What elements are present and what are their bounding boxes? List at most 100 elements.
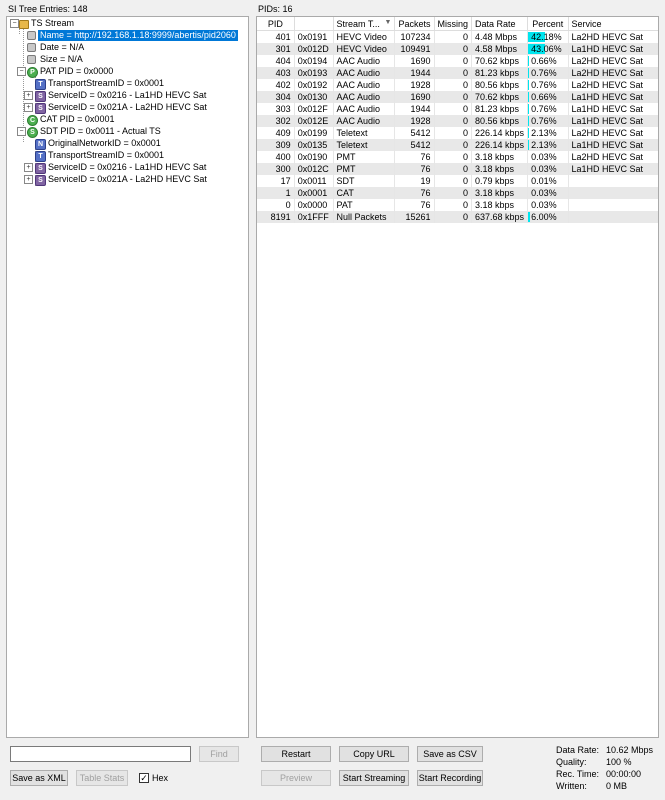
save-as-csv-button[interactable]: Save as CSV <box>417 746 483 762</box>
cell-packets: 109491 <box>394 43 435 55</box>
cell-missing: 0 <box>434 43 473 55</box>
table-row[interactable]: 301 0x012D HEVC Video 109491 0 4.58 Mbps 43.06… <box>257 43 658 55</box>
col-header-data-rate[interactable]: Data Rate <box>471 17 529 31</box>
tree-node-name[interactable]: Name = http://192.168.1.18:9999/abertis/… <box>7 30 238 41</box>
tree-node-sdt[interactable]: − S SDT PID = 0x0011 - Actual TS <box>7 126 161 138</box>
start-recording-button[interactable]: Start Recording <box>417 770 483 786</box>
tree-node-sdt-service-021a[interactable]: + S ServiceID = 0x021A - La2HD HEVC Sat <box>7 174 207 186</box>
si-tree-title: SI Tree Entries: 148 <box>8 4 88 14</box>
pid-table-view[interactable]: PID Stream T... ▼ Packets Missing Data R… <box>256 16 659 738</box>
tree-node-service-0216[interactable]: + S ServiceID = 0x0216 - La1HD HEVC Sat <box>7 90 206 102</box>
tree-node-sdt-tsid[interactable]: T TransportStreamID = 0x0001 <box>7 150 164 162</box>
cell-stream-type: AAC Audio <box>333 79 396 91</box>
table-row[interactable]: 303 0x012F AAC Audio 1944 0 81.23 kbps 0.76% La… <box>257 103 658 115</box>
rec-time-value: 00:00:00 <box>606 769 642 779</box>
table-row[interactable]: 304 0x0130 AAC Audio 1690 0 70.62 kbps 0.66% La… <box>257 91 658 103</box>
hex-checkbox[interactable]: ✓ <box>139 773 149 783</box>
table-row[interactable]: 400 0x0190 PMT 76 0 3.18 kbps 0.03% La2HD HEVC … <box>257 151 658 163</box>
col-header-packets[interactable]: Packets <box>394 17 435 31</box>
table-row[interactable]: 300 0x012C PMT 76 0 3.18 kbps 0.03% La1HD HEVC … <box>257 163 658 175</box>
tree-node-sdt-service-0216[interactable]: + S ServiceID = 0x0216 - La1HD HEVC Sat <box>7 162 206 174</box>
save-as-xml-button[interactable]: Save as XML <box>10 770 68 786</box>
percent-text: 2.13% <box>531 128 557 138</box>
col-header-service[interactable]: Service <box>568 17 658 31</box>
tree-node-onid[interactable]: N OriginalNetworkID = 0x0001 <box>7 138 161 150</box>
table-row[interactable]: 401 0x0191 HEVC Video 107234 0 4.48 Mbps 42.18… <box>257 30 658 43</box>
tree-node-ts-stream[interactable]: − TS Stream <box>7 18 74 29</box>
cell-missing: 0 <box>434 127 473 139</box>
tree-node-tsid[interactable]: T TransportStreamID = 0x0001 <box>7 78 164 90</box>
property-icon <box>27 43 36 52</box>
col-header-percent[interactable]: Percent <box>527 17 569 31</box>
cell-packets: 76 <box>394 151 435 163</box>
expand-icon[interactable]: + <box>24 103 33 112</box>
cell-missing: 0 <box>434 115 473 127</box>
collapse-icon[interactable]: − <box>17 67 26 76</box>
copy-url-button[interactable]: Copy URL <box>339 746 409 762</box>
cell-packets: 5412 <box>394 139 435 151</box>
cell-data-rate: 70.62 kbps <box>471 91 529 103</box>
cell-data-rate: 3.18 kbps <box>471 163 529 175</box>
tree-node-pat[interactable]: − P PAT PID = 0x0000 <box>7 66 113 78</box>
cell-data-rate: 0.79 kbps <box>471 175 529 187</box>
table-row[interactable]: 8191 0x1FFF Null Packets 15261 0 637.68 kbps 6… <box>257 211 658 223</box>
find-button[interactable]: Find <box>199 746 239 762</box>
tree-node-size[interactable]: Size = N/A <box>7 54 83 65</box>
tree-node-cat[interactable]: C CAT PID = 0x0001 <box>7 114 114 126</box>
cell-service <box>568 211 658 223</box>
table-row[interactable]: 409 0x0199 Teletext 5412 0 226.14 kbps 2.13% La… <box>257 127 658 139</box>
cell-pid: 300 <box>257 163 295 175</box>
start-streaming-button[interactable]: Start Streaming <box>339 770 409 786</box>
cell-missing: 0 <box>434 163 473 175</box>
data-rate-label: Data Rate: <box>556 745 600 755</box>
cell-service <box>568 175 658 187</box>
cell-stream-type: SDT <box>333 175 396 187</box>
table-row[interactable]: 402 0x0192 AAC Audio 1928 0 80.56 kbps 0.76% La… <box>257 79 658 91</box>
written-label: Written: <box>556 781 587 791</box>
find-input[interactable] <box>10 746 191 762</box>
service-icon: S <box>35 91 46 102</box>
col-header-hex[interactable] <box>294 17 334 31</box>
table-row[interactable]: 1 0x0001 CAT 76 0 3.18 kbps 0.03% <box>257 187 658 199</box>
cell-percent: 6.00% <box>527 211 569 223</box>
table-stats-button[interactable]: Table Stats <box>76 770 128 786</box>
cell-percent: 0.03% <box>527 151 569 163</box>
cell-packets: 5412 <box>394 127 435 139</box>
table-row[interactable]: 302 0x012E AAC Audio 1928 0 80.56 kbps 0.76% La… <box>257 115 658 127</box>
tree-node-service-021a[interactable]: + S ServiceID = 0x021A - La2HD HEVC Sat <box>7 102 207 114</box>
table-row[interactable]: 404 0x0194 AAC Audio 1690 0 70.62 kbps 0.66% La… <box>257 55 658 67</box>
col-header-stream-type[interactable]: Stream T... ▼ <box>333 17 396 31</box>
table-row[interactable]: 403 0x0193 AAC Audio 1944 0 81.23 kbps 0.76% La… <box>257 67 658 79</box>
collapse-icon[interactable]: − <box>10 19 19 28</box>
cell-missing: 0 <box>434 211 473 223</box>
si-tree-view[interactable]: − TS Stream Name = http://192.168.1.18:9… <box>6 16 249 738</box>
cell-data-rate: 80.56 kbps <box>471 115 529 127</box>
cell-missing: 0 <box>434 91 473 103</box>
tree-node-date[interactable]: Date = N/A <box>7 42 84 53</box>
restart-button[interactable]: Restart <box>261 746 331 762</box>
cell-hex: 0x0001 <box>294 187 334 199</box>
cell-service: La2HD HEVC Sat <box>568 67 658 79</box>
cell-missing: 0 <box>434 30 473 43</box>
cell-stream-type: Teletext <box>333 139 396 151</box>
percent-text: 0.76% <box>531 68 557 78</box>
preview-button[interactable]: Preview <box>261 770 331 786</box>
sort-desc-icon: ▼ <box>384 18 392 26</box>
expand-icon[interactable]: + <box>24 91 33 100</box>
cell-pid: 309 <box>257 139 295 151</box>
cell-service: La1HD HEVC Sat <box>568 115 658 127</box>
col-header-pid[interactable]: PID <box>257 17 295 31</box>
table-row[interactable]: 17 0x0011 SDT 19 0 0.79 kbps 0.01% <box>257 175 658 187</box>
cell-service: La2HD HEVC Sat <box>571 128 644 138</box>
expand-icon[interactable]: + <box>24 163 33 172</box>
table-row[interactable]: 0 0x0000 PAT 76 0 3.18 kbps 0.03% <box>257 199 658 211</box>
cell-stream-type: PMT <box>333 163 396 175</box>
percent-text: 0.66% <box>531 56 557 66</box>
cell-pid: 402 <box>257 79 295 91</box>
collapse-icon[interactable]: − <box>17 127 26 136</box>
table-row[interactable]: 309 0x0135 Teletext 5412 0 226.14 kbps 2.13% La… <box>257 139 658 151</box>
expand-icon[interactable]: + <box>24 175 33 184</box>
cell-pid: 301 <box>257 43 295 55</box>
cell-hex: 0x0130 <box>294 91 334 103</box>
col-header-missing[interactable]: Missing <box>434 17 473 31</box>
